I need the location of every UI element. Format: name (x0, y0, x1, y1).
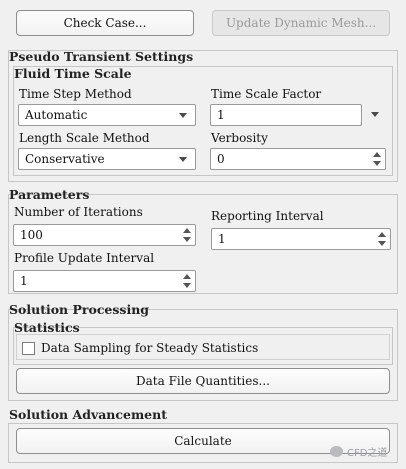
verbosity-value: 0 (217, 152, 225, 166)
update-dynamic-mesh-button: Update Dynamic Mesh... (212, 10, 390, 36)
length-scale-method-value: Conservative (25, 152, 105, 166)
length-scale-method-dropdown[interactable]: Conservative (18, 148, 196, 170)
number-of-iterations-spinner[interactable]: 100 (13, 224, 196, 246)
number-of-iterations-value: 100 (20, 228, 43, 242)
statistics-title: Statistics (14, 320, 80, 335)
data-sampling-checkbox[interactable] (22, 342, 35, 355)
reporting-interval-spinner[interactable]: 1 (211, 228, 391, 250)
time-step-method-dropdown[interactable]: Automatic (18, 104, 196, 126)
time-scale-factor-menu-icon[interactable] (371, 112, 379, 117)
watermark: CFD之道 (330, 441, 396, 461)
chevron-down-icon (179, 113, 187, 118)
solution-processing-title: Solution Processing (9, 302, 150, 317)
profile-update-interval-label: Profile Update Interval (14, 251, 155, 265)
spinner-arrows-icon[interactable] (377, 230, 387, 248)
data-sampling-label: Data Sampling for Steady Statistics (41, 341, 259, 355)
solution-advancement-title: Solution Advancement (9, 407, 167, 422)
parameters-title: Parameters (9, 187, 90, 202)
spinner-arrows-icon[interactable] (182, 226, 192, 244)
profile-update-interval-spinner[interactable]: 1 (13, 270, 196, 292)
reporting-interval-label: Reporting Interval (211, 209, 324, 223)
verbosity-label: Verbosity (211, 131, 268, 145)
wechat-icon (330, 445, 343, 457)
time-scale-factor-label: Time Scale Factor (211, 87, 322, 101)
check-case-button[interactable]: Check Case... (16, 10, 194, 36)
chevron-down-icon (179, 157, 187, 162)
length-scale-method-label: Length Scale Method (19, 131, 150, 145)
time-step-method-value: Automatic (25, 108, 88, 122)
pseudo-transient-title: Pseudo Transient Settings (9, 49, 194, 64)
watermark-text: CFD之道 (347, 447, 388, 459)
time-scale-factor-input[interactable]: 1 (210, 104, 362, 126)
data-file-quantities-button[interactable]: Data File Quantities... (16, 368, 390, 394)
spinner-arrows-icon[interactable] (182, 272, 192, 290)
reporting-interval-value: 1 (218, 232, 226, 246)
time-scale-factor-value: 1 (217, 108, 225, 122)
verbosity-spinner[interactable]: 0 (210, 148, 386, 170)
number-of-iterations-label: Number of Iterations (14, 205, 143, 219)
profile-update-interval-value: 1 (20, 274, 28, 288)
time-step-method-label: Time Step Method (19, 87, 132, 101)
fluid-time-scale-title: Fluid Time Scale (14, 66, 132, 81)
spinner-arrows-icon[interactable] (372, 150, 382, 168)
